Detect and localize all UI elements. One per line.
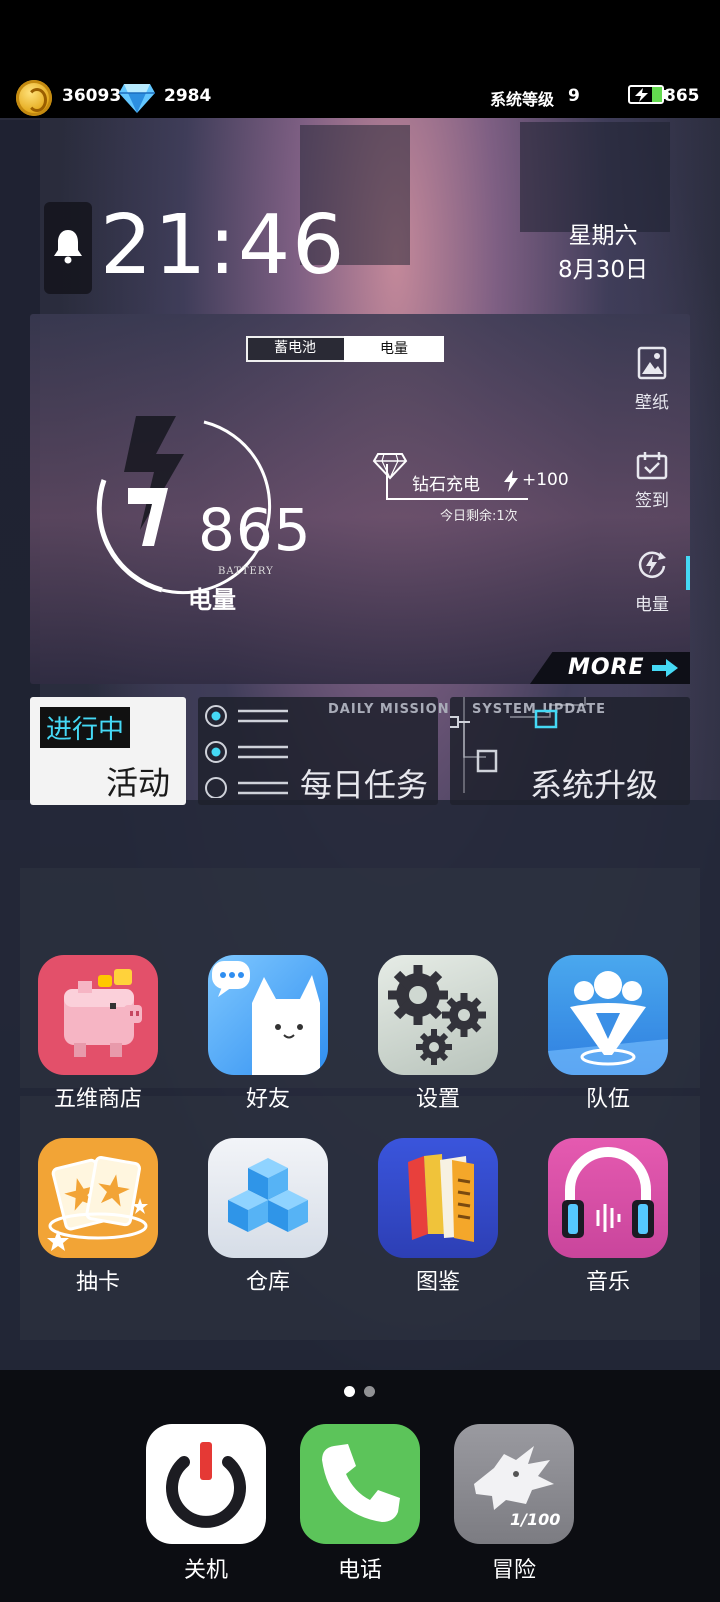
- dragon-icon: 1/100: [454, 1424, 574, 1544]
- more-label: MORE: [568, 655, 645, 680]
- adventure-badge: 1/100: [510, 1510, 561, 1529]
- side-label-checkin: 签到: [635, 491, 669, 511]
- dock-label: 电话: [337, 1558, 382, 1583]
- books-icon: [378, 1138, 498, 1258]
- battery-label: 电量: [188, 586, 236, 614]
- page-dot-active[interactable]: [344, 1386, 355, 1397]
- gear-icon: [378, 955, 498, 1075]
- app-store[interactable]: 五维商店: [28, 955, 168, 1115]
- app-label: 队伍: [585, 1087, 630, 1112]
- tab-power[interactable]: 电量: [344, 336, 444, 362]
- active-indicator: [686, 556, 690, 590]
- headphones-icon: [548, 1138, 668, 1258]
- dock-label: 关机: [183, 1558, 228, 1583]
- app-team[interactable]: 队伍: [538, 955, 678, 1115]
- system-update-label: 系统升级: [530, 766, 659, 804]
- cubes-icon: [208, 1138, 328, 1258]
- team-icon: [548, 955, 668, 1075]
- image-icon: [637, 346, 667, 380]
- app-settings[interactable]: 设置: [368, 955, 508, 1115]
- side-button-checkin[interactable]: 签到: [622, 452, 682, 526]
- diamond-charge-bonus: +100: [522, 470, 569, 490]
- dock-label: 冒险: [491, 1558, 536, 1583]
- tab-storage[interactable]: 蓄电池: [246, 336, 344, 362]
- diamond-charge-label: 钻石充电: [412, 475, 480, 495]
- clock-time: 21:46: [100, 198, 347, 293]
- remaining-today: 今日剩余:1次: [440, 509, 518, 524]
- side-label-recharge: 电量: [635, 595, 669, 615]
- page-dot[interactable]: [364, 1386, 375, 1397]
- activity-label: 活动: [106, 764, 171, 802]
- coin-icon: [16, 80, 52, 116]
- app-label: 设置: [415, 1087, 460, 1112]
- app-label: 五维商店: [53, 1087, 142, 1112]
- app-friends[interactable]: 好友: [198, 955, 338, 1115]
- clock-date: 8月30日: [558, 257, 648, 283]
- daily-mission-caption: DAILY MISSION: [328, 702, 450, 717]
- app-label: 好友: [245, 1087, 290, 1112]
- app-storage[interactable]: 仓库: [198, 1138, 338, 1298]
- side-button-recharge[interactable]: 电量: [622, 548, 682, 622]
- dock-phone[interactable]: 电话: [290, 1424, 430, 1590]
- battery-value: 865: [664, 86, 700, 106]
- bell-icon: [54, 230, 82, 264]
- notification-button[interactable]: [44, 202, 92, 294]
- app-label: 图鉴: [415, 1270, 460, 1295]
- system-level-value: 9: [568, 86, 580, 106]
- checkin-icon: [636, 452, 668, 480]
- bolt-icon: [504, 470, 518, 492]
- diamond-count: 2984: [164, 86, 212, 106]
- app-label: 仓库: [245, 1270, 290, 1295]
- coin-count: 36093: [62, 86, 122, 106]
- battery-value-large: 865: [198, 496, 312, 564]
- side-label-wallpaper: 壁纸: [635, 393, 669, 413]
- system-level-label: 系统等级: [490, 90, 555, 109]
- checklist-icon: [205, 705, 288, 798]
- recharge-icon: [638, 551, 666, 578]
- ongoing-badge: 进行中: [40, 707, 131, 748]
- battery-fill: [652, 87, 662, 102]
- diamond-icon: [119, 84, 155, 113]
- arrow-right-icon: [652, 659, 678, 677]
- dock-adventure[interactable]: 1/100 冒险: [444, 1424, 584, 1590]
- power-icon: [146, 1424, 266, 1544]
- side-button-wallpaper[interactable]: 壁纸: [622, 346, 682, 420]
- app-label: 抽卡: [75, 1270, 120, 1295]
- app-gacha[interactable]: 抽卡: [28, 1138, 168, 1298]
- cat-chat-icon: [208, 955, 328, 1075]
- status-bar: 36093 2984 系统等级 9 865: [0, 76, 720, 120]
- phone-icon: [300, 1424, 420, 1544]
- piggy-bank-icon: [38, 955, 158, 1075]
- app-collection[interactable]: 图鉴: [368, 1138, 508, 1298]
- dock-power[interactable]: 关机: [136, 1424, 276, 1590]
- daily-mission-label: 每日任务: [300, 766, 429, 804]
- bolt-icon: [635, 88, 648, 102]
- app-label: 音乐: [585, 1270, 630, 1295]
- battery-caption: BATTERY: [218, 566, 274, 577]
- cards-icon: [38, 1138, 158, 1258]
- app-music[interactable]: 音乐: [538, 1138, 678, 1298]
- clock-weekday: 星期六: [568, 223, 638, 249]
